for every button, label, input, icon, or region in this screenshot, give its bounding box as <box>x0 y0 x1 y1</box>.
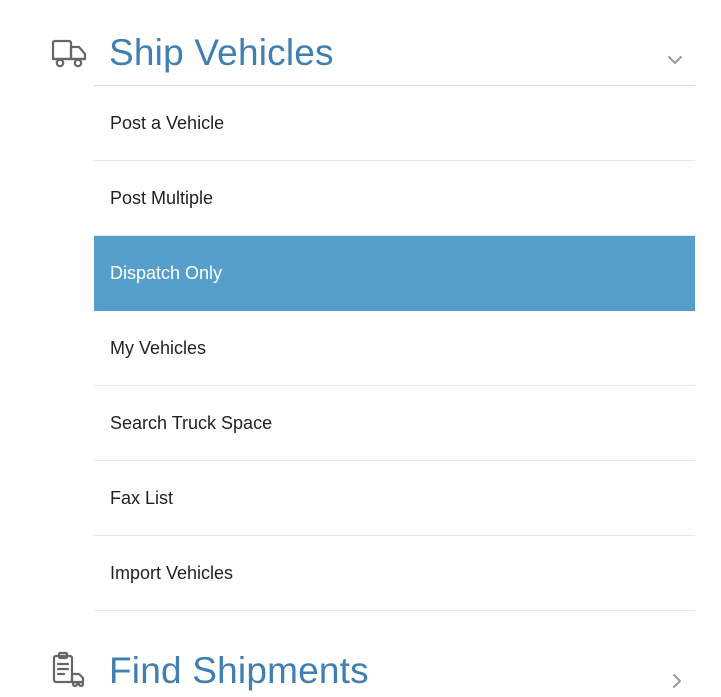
menu-item-post-multiple[interactable]: Post Multiple <box>94 161 695 236</box>
menu-item-label: Post Multiple <box>110 187 214 208</box>
find-shipments-header[interactable]: Find Shipments <box>0 620 721 695</box>
chevron-down-icon[interactable] <box>664 49 686 71</box>
truck-icon <box>50 36 90 76</box>
ship-vehicles-menu: Post a Vehicle Post Multiple Dispatch On… <box>94 86 695 611</box>
menu-item-label: Fax List <box>110 487 174 508</box>
section-title-find-shipments: Find Shipments <box>109 650 369 691</box>
menu-item-import-vehicles[interactable]: Import Vehicles <box>94 536 695 611</box>
menu-item-post-a-vehicle[interactable]: Post a Vehicle <box>94 86 695 161</box>
menu-item-my-vehicles[interactable]: My Vehicles <box>94 311 695 386</box>
menu-item-label: Import Vehicles <box>110 562 234 583</box>
menu-item-dispatch-only[interactable]: Dispatch Only <box>94 236 695 311</box>
menu-item-label: Search Truck Space <box>110 412 273 433</box>
menu-item-search-truck-space[interactable]: Search Truck Space <box>94 386 695 461</box>
clipboard-truck-icon <box>50 650 90 690</box>
chevron-right-icon[interactable] <box>666 670 688 692</box>
menu-item-label: My Vehicles <box>110 337 207 358</box>
section-title-ship-vehicles: Ship Vehicles <box>109 32 334 73</box>
menu-item-label: Dispatch Only <box>110 262 223 283</box>
menu-item-label: Post a Vehicle <box>110 112 225 133</box>
menu-item-fax-list[interactable]: Fax List <box>94 461 695 536</box>
ship-vehicles-header[interactable]: Ship Vehicles <box>0 0 721 86</box>
